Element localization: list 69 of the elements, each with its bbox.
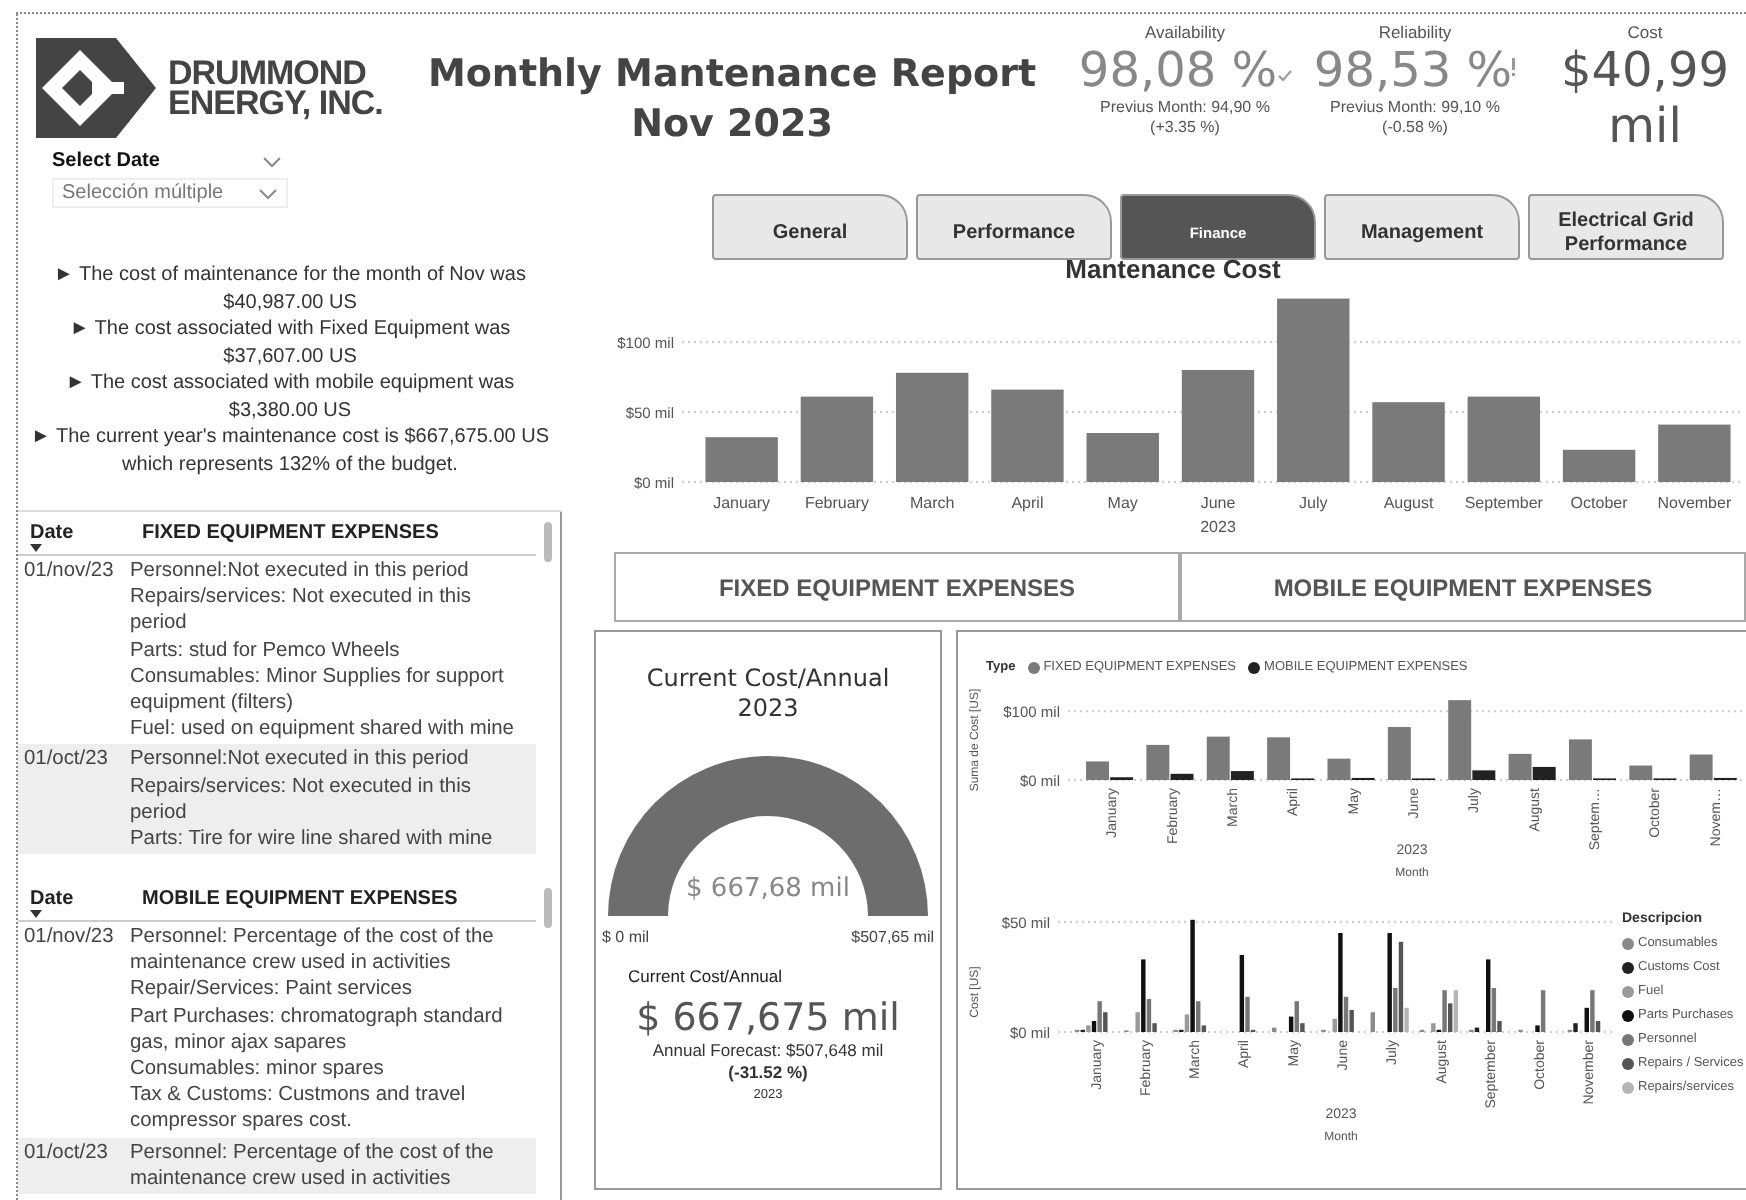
forecast-text: Annual Forecast: $507,648 mil	[652, 1040, 884, 1062]
report-title: Monthly Mantenance Report	[425, 50, 1039, 100]
kpi-previous: Previus Month: 99,10 %	[1330, 98, 1500, 118]
date-cell-text: 01/oct/23	[22, 1139, 110, 1168]
change-text: (-31.52 %)	[728, 1062, 808, 1084]
expense-line: Fuel: used on equipment shared with mine	[130, 716, 516, 743]
kpi-value: $40,99 mil	[1559, 42, 1731, 154]
kpi-change: (+3.35 %)	[1150, 118, 1220, 138]
gauge-title: Current Cost/Annual 2023	[644, 664, 892, 724]
x-tick-label: July	[1299, 494, 1328, 512]
expense-line: Consumables: Minor Supplies for support equipment (filters)	[130, 663, 506, 717]
gauge-min: $ 0 mil	[602, 928, 650, 946]
nav-tab[interactable]: Performance	[916, 194, 1112, 260]
kpi-label: Cost	[1627, 22, 1663, 42]
x-tick-label: January	[713, 494, 771, 512]
date-dropdown[interactable]: Selección múltiple	[52, 178, 288, 208]
x-tick-label: September	[1464, 494, 1543, 512]
kpi-value: 98,53 %	[1313, 42, 1513, 98]
expense-line: Personnel: Percentage of the cost of the maintenance crew used in activities	[130, 924, 496, 977]
expense-line: Repair/Services: Paint services	[130, 976, 414, 1004]
nav-tab[interactable]: Management	[1324, 194, 1520, 260]
report-subtitle: Nov 2023	[629, 100, 835, 150]
card-label: Current Cost/Annual	[628, 966, 783, 988]
logo-text: DRUMMOND	[168, 58, 366, 88]
kpi-label: Reliability	[1378, 22, 1452, 42]
expense-line: Parts: Tire for wire line shared with mine	[130, 826, 495, 853]
column-header[interactable]: Date	[18, 522, 130, 544]
filter-label: Select Date	[52, 150, 160, 172]
expense-line: Repairs/services: Not executed in this period	[130, 584, 473, 638]
x-tick-label: April	[1011, 494, 1044, 512]
date-cell-text: 01/nov/23	[22, 558, 116, 586]
x-tick-label: June	[1200, 494, 1236, 512]
x-tick-label: October	[1570, 494, 1628, 512]
section-button[interactable]: FIXED EQUIPMENT EXPENSES	[614, 552, 1180, 622]
section-button[interactable]: MOBILE EQUIPMENT EXPENSES	[1180, 552, 1746, 622]
summary-text: ► The cost associated with mobile equipment was $3,380.00 US	[63, 370, 517, 424]
date-cell-text: 01/oct/23	[22, 746, 110, 775]
card-value: $ 667,675 mil	[636, 996, 900, 1040]
kpi-label: Availability	[1144, 22, 1225, 42]
expense-line: Consumables: minor spares	[130, 1056, 386, 1083]
expense-line: Personnel: Percentage of the cost of the maintenance crew used in activities	[130, 1139, 496, 1193]
x-tick-label: February	[804, 494, 869, 512]
x-tick-label: August	[1383, 494, 1434, 512]
x-tick-label: November	[1657, 494, 1732, 512]
summary-text: ► The cost associated with Fixed Equipment was $37,607.00 US	[67, 316, 513, 370]
expense-line: Personnel:Not executed in this period	[130, 558, 471, 585]
kpi-change: (-0.58 %)	[1382, 118, 1448, 138]
gauge-value: $ 667,68 mil	[686, 874, 850, 904]
nav-tab[interactable]: Electrical Grid Performance	[1528, 194, 1724, 260]
expense-line: Repairs/services: Not executed in this period	[130, 773, 473, 827]
chart-title: Mantenance Cost	[1063, 254, 1283, 284]
summary-text: ► The current year's maintenance cost is $667,675.00 US which represents 132% of the budget.	[29, 424, 551, 478]
expense-line: Personnel:Not executed in this period	[130, 746, 471, 774]
nav-tab[interactable]: General	[712, 194, 908, 260]
kpi-previous: Previus Month: 94,90 %	[1100, 98, 1270, 118]
kpi-value: 98,08 %	[1078, 42, 1278, 98]
column-header[interactable]: MOBILE EQUIPMENT EXPENSES	[130, 888, 536, 918]
date-cell-text: 01/nov/23	[22, 924, 116, 952]
logo-text: ENERGY, INC.	[168, 88, 383, 118]
column-header[interactable]: FIXED EQUIPMENT EXPENSES	[130, 522, 536, 552]
gauge-max: $507,65 mil	[851, 928, 934, 946]
x-tick-label: May	[1107, 494, 1138, 512]
x-axis-title: 2023	[1200, 518, 1236, 536]
summary-text: ► The cost of maintenance for the month of Nov was $40,987.00 US	[52, 262, 528, 316]
x-tick-label: March	[909, 494, 955, 512]
expense-line: Part Purchases: chromatograph standard gas, minor ajax sapares	[130, 1003, 505, 1057]
expense-line: Tax & Customs: Custmons and travel compressor spares cost.	[130, 1082, 468, 1136]
column-header[interactable]: Date	[18, 888, 130, 910]
expense-line: Parts: stud for Pemco Wheels	[130, 637, 402, 664]
